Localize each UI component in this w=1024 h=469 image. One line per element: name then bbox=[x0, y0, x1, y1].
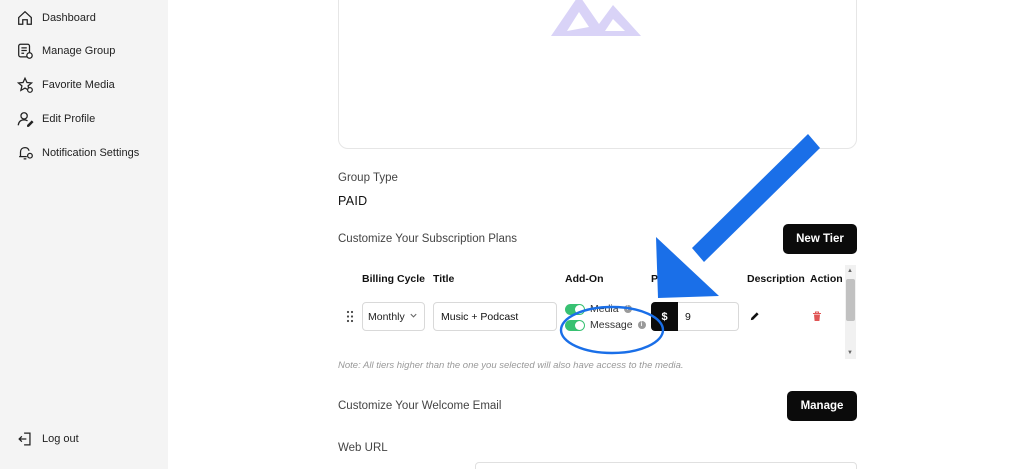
annotation-overlay bbox=[559, 134, 820, 355]
annotation-arrow-icon bbox=[656, 134, 820, 298]
annotation-highlight-ellipse bbox=[559, 305, 665, 355]
